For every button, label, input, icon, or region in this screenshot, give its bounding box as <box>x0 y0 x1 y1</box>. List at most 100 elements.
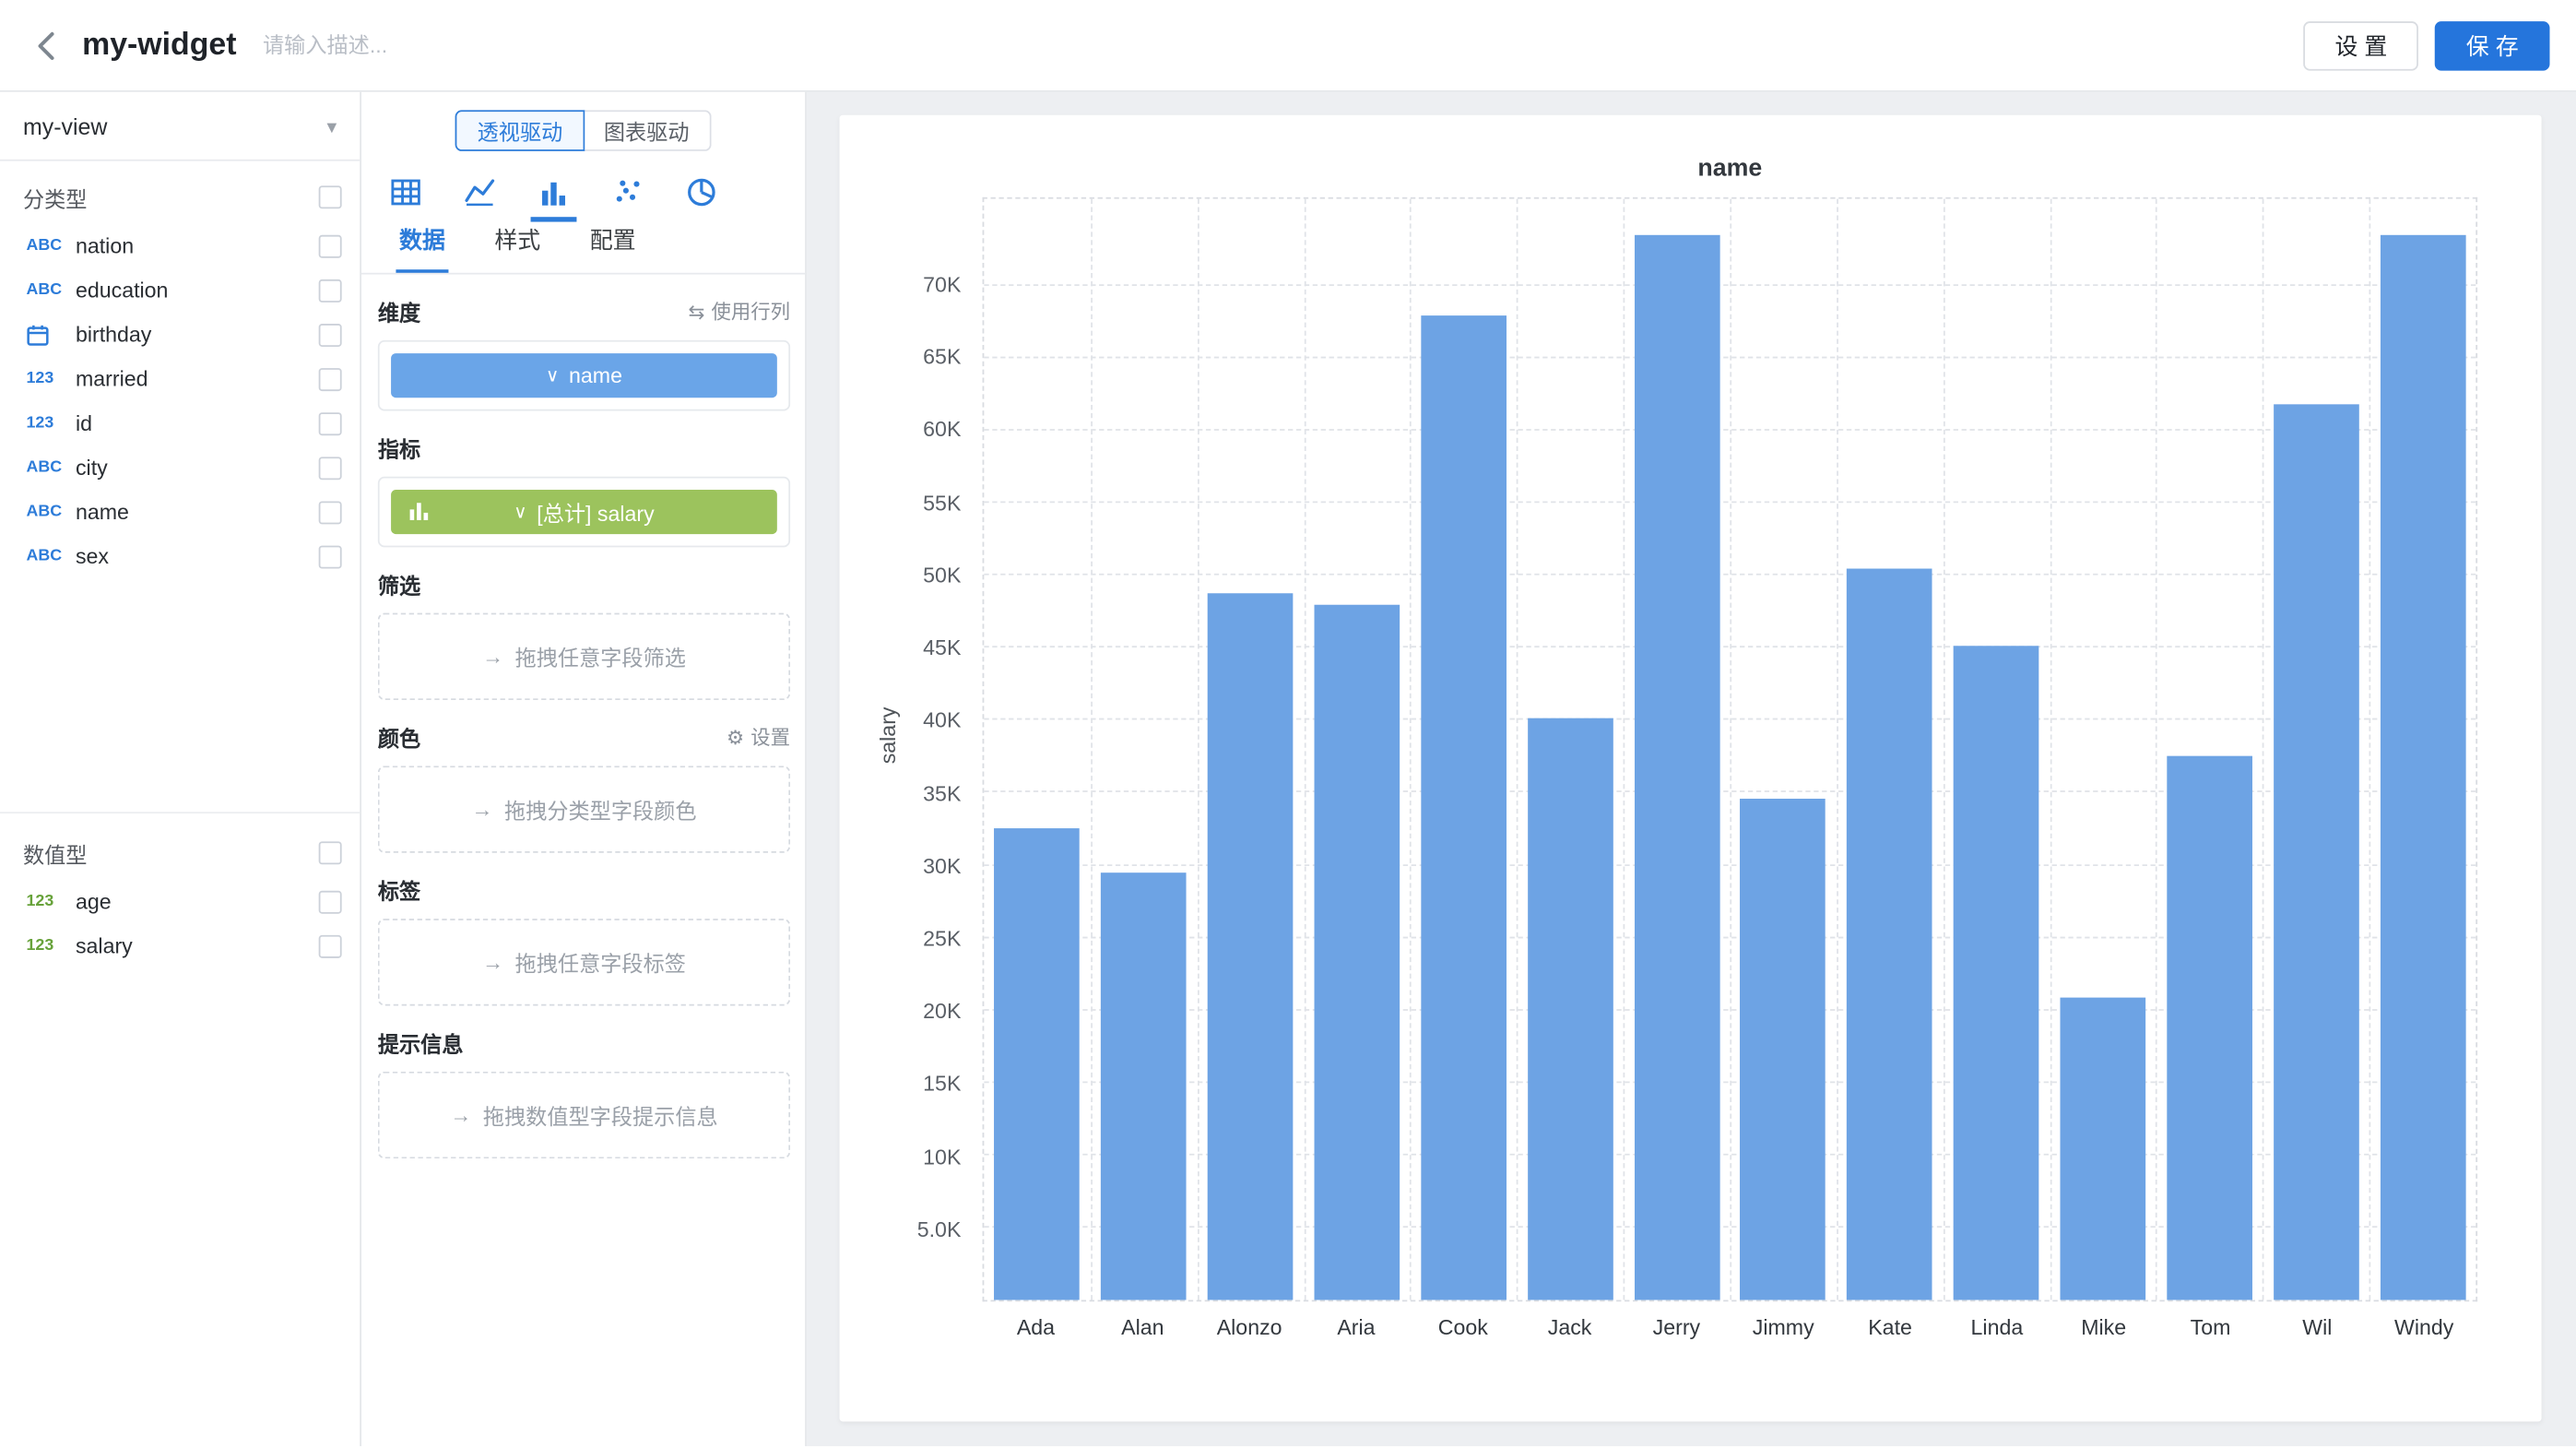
y-tick-label: 30K <box>923 853 961 878</box>
filter-drop-zone[interactable]: → 拖拽任意字段筛选 <box>378 613 790 700</box>
bar[interactable] <box>2274 405 2358 1300</box>
bar-chart-icon <box>408 500 431 528</box>
field-row[interactable]: 123salary <box>0 923 360 967</box>
field-checkbox[interactable] <box>319 279 342 302</box>
gridline-vertical <box>2263 199 2264 1300</box>
chart-canvas: name salary 5.0K10K15K20K25K30K35K40K45K… <box>807 92 2576 1446</box>
gear-icon: ⚙ <box>727 726 744 749</box>
field-row[interactable]: ABCeducation <box>0 267 360 312</box>
chevron-down-icon: ∨ <box>546 365 559 386</box>
bar[interactable] <box>1528 718 1613 1300</box>
color-settings-button[interactable]: ⚙ 设置 <box>727 723 790 751</box>
field-row[interactable]: ABCsex <box>0 534 360 578</box>
section-checkbox[interactable] <box>319 841 342 864</box>
gridline-vertical <box>1304 199 1306 1300</box>
calendar-icon <box>27 323 76 346</box>
view-selector-label: my-view <box>23 113 107 139</box>
field-name: married <box>76 366 319 391</box>
view-selector[interactable]: my-view ▾ <box>0 92 360 161</box>
chart-card: name salary 5.0K10K15K20K25K30K35K40K45K… <box>840 115 2542 1422</box>
field-checkbox[interactable] <box>319 501 342 524</box>
bar[interactable] <box>995 827 1080 1300</box>
metric-pill-salary[interactable]: ∨ [总计] salary <box>391 490 777 534</box>
y-tick-label: 45K <box>923 635 961 660</box>
sidebar-section: 数值型123age123salary <box>0 812 360 967</box>
y-tick-label: 35K <box>923 780 961 805</box>
swap-icon: ⇆ <box>688 300 704 323</box>
use-rows-columns-button[interactable]: ⇆ 使用行列 <box>688 298 790 326</box>
scatter-chart-icon[interactable] <box>605 168 651 222</box>
bar[interactable] <box>1847 568 1932 1300</box>
section-checkbox[interactable] <box>319 185 342 208</box>
table-chart-icon[interactable] <box>383 168 429 222</box>
plot-area <box>983 197 2478 1301</box>
field-checkbox[interactable] <box>319 411 342 434</box>
bar-chart-icon[interactable] <box>531 168 577 222</box>
text-field-icon: ABC <box>27 547 76 565</box>
field-row[interactable]: birthday <box>0 313 360 357</box>
settings-button[interactable]: 设 置 <box>2304 20 2419 69</box>
gridline-vertical <box>1197 199 1199 1300</box>
color-drop-zone[interactable]: → 拖拽分类型字段颜色 <box>378 766 790 852</box>
bar[interactable] <box>2380 235 2464 1300</box>
gridline-vertical <box>1411 199 1412 1300</box>
bar[interactable] <box>1101 872 1186 1300</box>
color-section-title: 颜色 <box>378 721 420 753</box>
x-tick-label: Kate <box>1837 1315 1944 1340</box>
chevron-down-icon: ∨ <box>514 501 526 522</box>
field-row[interactable]: ABCcity <box>0 445 360 490</box>
tab-data[interactable]: 数据 <box>396 223 448 272</box>
x-tick-label: Windy <box>2370 1315 2477 1340</box>
gridline-vertical <box>1517 199 1518 1300</box>
tab-pivot-driven[interactable]: 透视驱动 <box>455 110 584 151</box>
field-row[interactable]: 123age <box>0 879 360 923</box>
field-sidebar: my-view ▾ 分类型ABCnationABCeducationbirthd… <box>0 92 361 1446</box>
field-checkbox[interactable] <box>319 934 342 957</box>
field-checkbox[interactable] <box>319 890 342 913</box>
save-button[interactable]: 保 存 <box>2435 20 2550 69</box>
metric-section-title: 指标 <box>378 433 420 464</box>
pie-chart-icon[interactable] <box>679 168 725 222</box>
field-name: nation <box>76 233 319 258</box>
field-checkbox[interactable] <box>319 323 342 346</box>
tab-config[interactable]: 配置 <box>586 223 639 272</box>
field-checkbox[interactable] <box>319 367 342 390</box>
field-name: education <box>76 278 319 303</box>
field-checkbox[interactable] <box>319 234 342 257</box>
field-name: salary <box>76 933 319 958</box>
x-tick-label: Jerry <box>1624 1315 1731 1340</box>
bar[interactable] <box>1954 647 2038 1300</box>
description-input[interactable] <box>259 31 627 59</box>
dimension-pill-name[interactable]: ∨ name <box>391 353 777 398</box>
y-tick-label: 55K <box>923 490 961 515</box>
bar[interactable] <box>1634 235 1719 1300</box>
field-row[interactable]: 123married <box>0 357 360 401</box>
bar[interactable] <box>1315 604 1400 1300</box>
chevron-left-icon <box>30 27 65 63</box>
field-row[interactable]: ABCnation <box>0 223 360 267</box>
dimension-drop-zone[interactable]: ∨ name <box>378 340 790 411</box>
line-chart-icon[interactable] <box>456 168 502 222</box>
field-row[interactable]: 123id <box>0 401 360 445</box>
gridline-vertical <box>1091 199 1093 1300</box>
field-checkbox[interactable] <box>319 456 342 479</box>
bar[interactable] <box>2061 997 2145 1300</box>
field-name: sex <box>76 544 319 569</box>
text-field-icon: ABC <box>27 503 76 521</box>
back-button[interactable] <box>23 20 72 69</box>
tab-style[interactable]: 样式 <box>491 223 544 272</box>
x-tick-label: Tom <box>2157 1315 2264 1340</box>
field-row[interactable]: ABCname <box>0 490 360 534</box>
drag-arrow-icon: → <box>471 797 492 822</box>
bar[interactable] <box>2167 755 2251 1300</box>
gridline-vertical <box>2369 199 2371 1300</box>
label-drop-zone[interactable]: → 拖拽任意字段标签 <box>378 919 790 1005</box>
tab-chart-driven[interactable]: 图表驱动 <box>584 110 710 151</box>
bar[interactable] <box>1741 799 1826 1300</box>
field-checkbox[interactable] <box>319 545 342 568</box>
metric-drop-zone[interactable]: ∨ [总计] salary <box>378 477 790 548</box>
bar[interactable] <box>1208 593 1293 1300</box>
tooltip-drop-zone[interactable]: → 拖拽数值型字段提示信息 <box>378 1072 790 1158</box>
bar[interactable] <box>1421 315 1506 1300</box>
header: my-widget 设 置 保 存 <box>0 0 2576 92</box>
